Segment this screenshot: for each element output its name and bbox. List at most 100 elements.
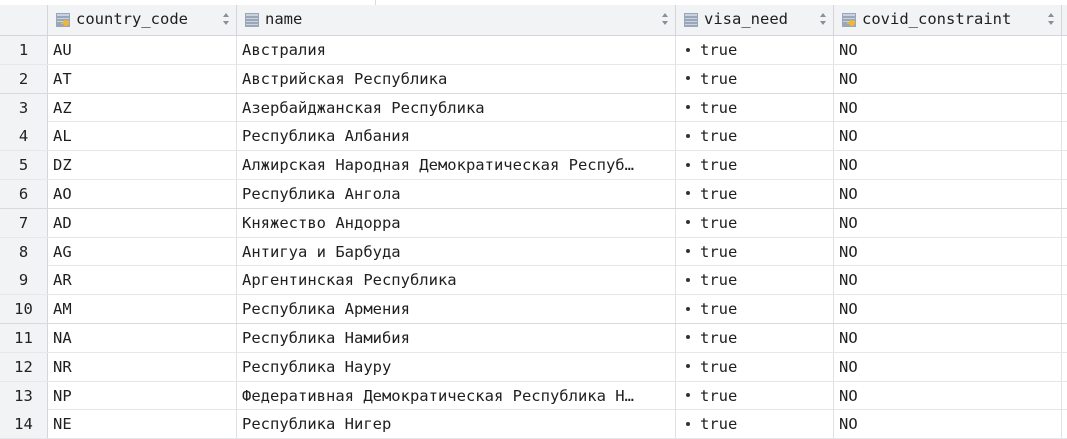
row-number-header [0, 5, 48, 35]
row-number[interactable]: 4 [0, 122, 48, 151]
column-icon [684, 13, 698, 27]
name-cell[interactable]: Азербайджанская Республика [237, 93, 676, 122]
row-number[interactable]: 1 [0, 36, 48, 64]
country-code-cell[interactable]: AM [48, 295, 237, 324]
column-label: covid_constraint [862, 10, 1012, 28]
country-code-cell[interactable]: AU [48, 36, 237, 64]
sort-icon[interactable] [820, 11, 826, 27]
name-cell[interactable]: Республика Нигер [237, 410, 676, 439]
covid-constraint-cell[interactable]: NO [834, 237, 1062, 266]
table-row[interactable]: 3 AZ Азербайджанская Республика true NO [0, 93, 1067, 123]
covid-constraint-cell[interactable]: NO [834, 295, 1062, 324]
visa-need-cell[interactable]: true [676, 64, 834, 93]
covid-constraint-cell[interactable]: NO [834, 410, 1062, 439]
visa-need-cell[interactable]: true [676, 208, 834, 237]
covid-constraint-cell[interactable]: NO [834, 352, 1062, 381]
visa-need-cell[interactable]: true [676, 295, 834, 324]
row-number[interactable]: 8 [0, 237, 48, 266]
covid-constraint-cell[interactable]: NO [834, 266, 1062, 295]
country-code-cell[interactable]: AT [48, 64, 237, 93]
table-row[interactable]: 7 AD Княжество Андорра true NO [0, 208, 1067, 238]
visa-need-cell[interactable]: true [676, 323, 834, 352]
table-row[interactable]: 14 NE Республика Нигер true NO [0, 410, 1067, 439]
covid-constraint-cell[interactable]: NO [834, 93, 1062, 122]
covid-constraint-cell[interactable]: NO [834, 381, 1062, 410]
column-header-country-code[interactable]: country_code [48, 5, 237, 35]
row-number[interactable]: 6 [0, 179, 48, 208]
name-cell[interactable]: Республика Армения [237, 295, 676, 324]
country-code-cell[interactable]: NR [48, 352, 237, 381]
name-cell[interactable]: Австрийская Республика [237, 64, 676, 93]
sort-icon[interactable] [662, 11, 668, 27]
country-code-cell[interactable]: AG [48, 237, 237, 266]
table-row[interactable]: 13 NP Федеративная Демократическая Респу… [0, 381, 1067, 411]
name-cell[interactable]: Алжирская Народная Демократическая Респу… [237, 151, 676, 180]
sort-icon[interactable] [223, 11, 229, 27]
name-cell[interactable]: Федеративная Демократическая Республика … [237, 381, 676, 410]
country-code-cell[interactable]: NE [48, 410, 237, 439]
country-code-cell[interactable]: AO [48, 179, 237, 208]
table-row[interactable]: 11 NA Республика Намибия true NO [0, 323, 1067, 353]
table-row[interactable]: 1 AU Австралия true NO [0, 36, 1067, 65]
row-number[interactable]: 9 [0, 266, 48, 295]
covid-constraint-cell[interactable]: NO [834, 36, 1062, 64]
row-number[interactable]: 13 [0, 381, 48, 410]
name-cell[interactable]: Антигуа и Барбуда [237, 237, 676, 266]
covid-constraint-cell[interactable]: NO [834, 64, 1062, 93]
country-code-cell[interactable]: AR [48, 266, 237, 295]
visa-need-cell[interactable]: true [676, 93, 834, 122]
visa-need-cell[interactable]: true [676, 410, 834, 439]
key-column-icon [56, 13, 70, 27]
column-header-covid-constraint[interactable]: covid_constraint [834, 5, 1062, 35]
row-number[interactable]: 10 [0, 295, 48, 324]
country-code-cell[interactable]: AD [48, 208, 237, 237]
row-number[interactable]: 3 [0, 93, 48, 122]
table-row[interactable]: 5 DZ Алжирская Народная Демократическая … [0, 151, 1067, 180]
visa-need-cell[interactable]: true [676, 36, 834, 64]
table-row[interactable]: 8 AG Антигуа и Барбуда true NO [0, 237, 1067, 267]
name-cell[interactable]: Австралия [237, 36, 676, 64]
visa-need-cell[interactable]: true [676, 266, 834, 295]
visa-need-cell[interactable]: true [676, 381, 834, 410]
table-row[interactable]: 6 AO Республика Ангола true NO [0, 179, 1067, 209]
visa-need-cell[interactable]: true [676, 179, 834, 208]
row-number[interactable]: 7 [0, 208, 48, 237]
column-header-visa-need[interactable]: visa_need [676, 5, 834, 35]
table-row[interactable]: 10 AM Республика Армения true NO [0, 295, 1067, 324]
covid-constraint-cell[interactable]: NO [834, 323, 1062, 352]
table-row[interactable]: 2 AT Австрийская Республика true NO [0, 64, 1067, 94]
name-cell[interactable]: Республика Науру [237, 352, 676, 381]
country-code-cell[interactable]: AZ [48, 93, 237, 122]
covid-constraint-cell[interactable]: NO [834, 151, 1062, 180]
name-cell[interactable]: Республика Ангола [237, 179, 676, 208]
name-cell[interactable]: Республика Албания [237, 122, 676, 151]
visa-need-cell[interactable]: true [676, 122, 834, 151]
bullet-icon [686, 306, 690, 311]
visa-need-cell[interactable]: true [676, 352, 834, 381]
visa-need-value: true [700, 127, 738, 146]
row-number[interactable]: 2 [0, 64, 48, 93]
covid-constraint-cell[interactable]: NO [834, 122, 1062, 151]
row-number[interactable]: 12 [0, 352, 48, 381]
country-code-cell[interactable]: DZ [48, 151, 237, 180]
country-code-cell[interactable]: NA [48, 323, 237, 352]
name-cell[interactable]: Аргентинская Республика [237, 266, 676, 295]
name-cell[interactable]: Княжество Андорра [237, 208, 676, 237]
row-number[interactable]: 14 [0, 410, 48, 439]
covid-constraint-cell[interactable]: NO [834, 179, 1062, 208]
sort-icon[interactable] [1048, 11, 1054, 27]
visa-need-cell[interactable]: true [676, 237, 834, 266]
column-label: visa_need [704, 10, 788, 28]
table-row[interactable]: 9 AR Аргентинская Республика true NO [0, 266, 1067, 296]
visa-need-cell[interactable]: true [676, 151, 834, 180]
row-number[interactable]: 5 [0, 151, 48, 180]
covid-constraint-cell[interactable]: NO [834, 208, 1062, 237]
country-code-cell[interactable]: NP [48, 381, 237, 410]
country-code-cell[interactable]: AL [48, 122, 237, 151]
table-row[interactable]: 4 AL Республика Албания true NO [0, 122, 1067, 152]
row-number[interactable]: 11 [0, 323, 48, 352]
table-row[interactable]: 12 NR Республика Науру true NO [0, 352, 1067, 382]
column-header-name[interactable]: name [237, 5, 676, 35]
bullet-icon [686, 47, 690, 52]
name-cell[interactable]: Республика Намибия [237, 323, 676, 352]
